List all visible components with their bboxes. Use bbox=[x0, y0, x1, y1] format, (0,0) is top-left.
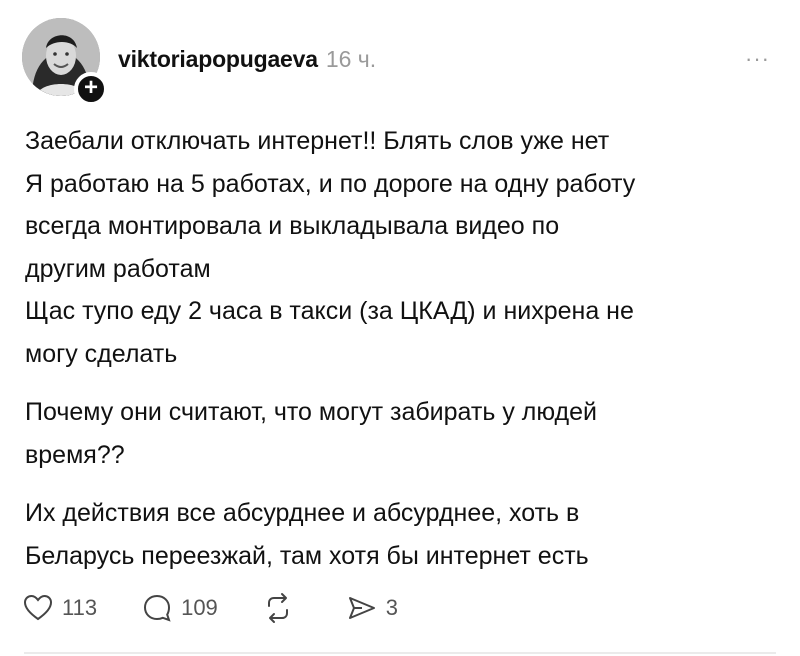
username[interactable]: viktoriapopugaeva bbox=[118, 46, 318, 73]
post-paragraph: Заебали отключать интернет!! Блять слов … bbox=[25, 127, 636, 368]
heart-icon bbox=[23, 594, 53, 621]
follow-button[interactable]: + bbox=[74, 72, 108, 106]
repost-icon bbox=[267, 593, 288, 623]
comment-count: 109 bbox=[181, 595, 218, 620]
post-text: Заебали отключать интернет!! Блять слов … bbox=[25, 120, 765, 593]
divider bbox=[24, 652, 776, 654]
post-paragraph: Их действия все абсурднее и абсурднее, х… bbox=[25, 499, 589, 570]
like-count: 113 bbox=[62, 595, 98, 620]
post-time: 16 ч. bbox=[325, 46, 377, 72]
post-header: viktoriapopugaeva 16 ч. bbox=[118, 46, 376, 73]
post-actions: 113 109 3 bbox=[22, 592, 442, 624]
like-button[interactable]: 113 bbox=[22, 592, 97, 624]
avatar-container[interactable]: + bbox=[22, 18, 108, 106]
post-paragraph: Почему они считают, что могут забирать у… bbox=[25, 398, 598, 469]
repost-button[interactable] bbox=[262, 592, 302, 624]
share-count: 3 bbox=[385, 595, 399, 620]
share-button[interactable]: 3 bbox=[346, 592, 398, 624]
more-icon[interactable]: ··· bbox=[745, 46, 770, 72]
comment-button[interactable]: 109 bbox=[141, 592, 218, 624]
comment-icon bbox=[144, 594, 171, 622]
send-icon bbox=[348, 597, 375, 619]
